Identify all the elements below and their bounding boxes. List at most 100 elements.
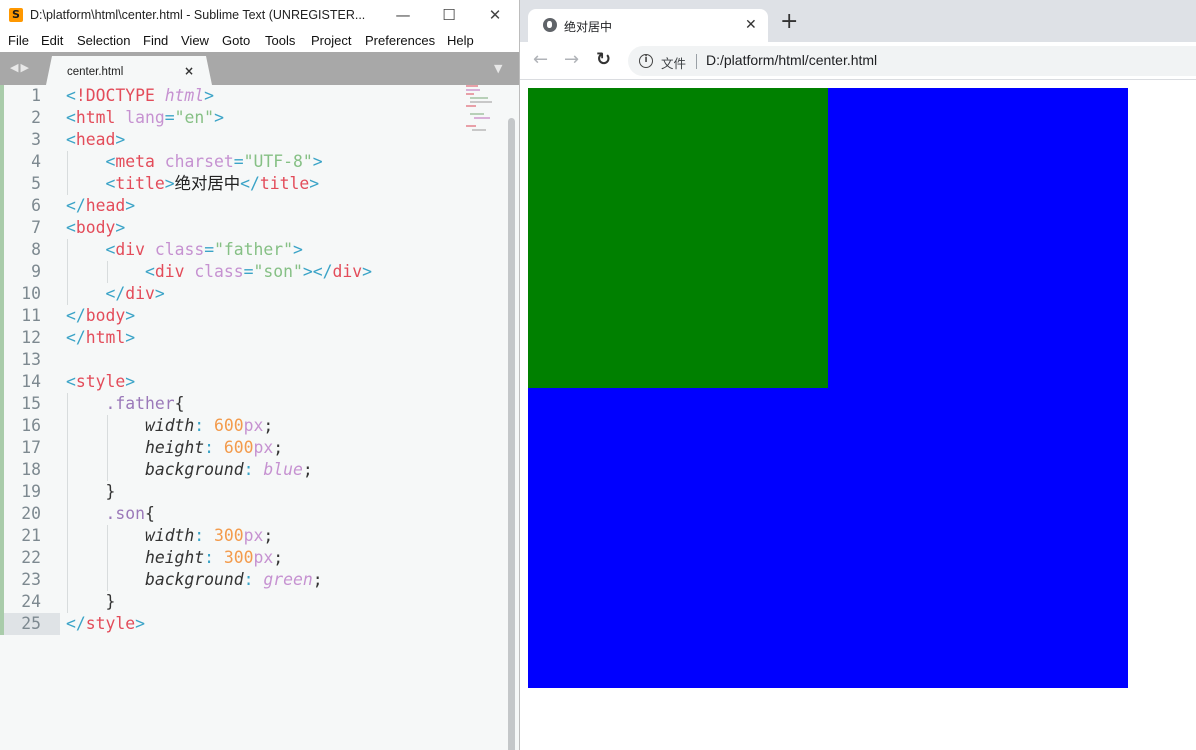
browser-tab[interactable]: 绝对居中 ✕ bbox=[528, 9, 768, 42]
menu-project[interactable]: Project bbox=[311, 33, 351, 48]
code-token: title bbox=[259, 174, 310, 193]
code-token: </ bbox=[66, 306, 86, 325]
forward-arrow-icon[interactable]: → bbox=[564, 50, 579, 70]
security-label: 文件 bbox=[661, 56, 687, 71]
menu-bar: File Edit Selection Find View Goto Tools… bbox=[0, 30, 519, 52]
indent-guide bbox=[67, 547, 68, 569]
code-token: html bbox=[164, 86, 205, 105]
tab-center-html[interactable]: center.html × bbox=[46, 56, 212, 85]
line-number: 23 bbox=[21, 570, 41, 589]
sublime-titlebar: S D:\platform\html\center.html - Sublime… bbox=[0, 0, 519, 30]
code-line: <meta charset="UTF-8"> bbox=[66, 151, 506, 173]
menu-edit[interactable]: Edit bbox=[41, 33, 63, 48]
address-bar[interactable]: i 文件 D:/platform/html/center.html bbox=[628, 46, 1196, 76]
back-arrow-icon[interactable]: ← bbox=[533, 50, 548, 70]
code-token: !DOCTYPE bbox=[75, 86, 165, 105]
code-token: } bbox=[66, 592, 116, 611]
window-title: D:\platform\html\center.html - Sublime T… bbox=[30, 8, 366, 22]
menu-help[interactable]: Help bbox=[447, 33, 474, 48]
browser-tab-close-icon[interactable]: ✕ bbox=[745, 16, 757, 34]
code-token: < bbox=[66, 218, 76, 237]
menu-preferences[interactable]: Preferences bbox=[365, 33, 435, 48]
code-line: </div> bbox=[66, 283, 506, 305]
line-number: 22 bbox=[21, 548, 41, 567]
line-number: 21 bbox=[21, 526, 41, 545]
code-token: px bbox=[243, 526, 264, 545]
close-window-button[interactable]: ✕ bbox=[484, 4, 506, 26]
tab-close-icon[interactable]: × bbox=[184, 64, 194, 78]
minimize-button[interactable]: — bbox=[392, 4, 414, 26]
info-icon[interactable]: i bbox=[639, 54, 653, 68]
code-token: > bbox=[125, 306, 136, 325]
code-token: < bbox=[105, 240, 116, 259]
code-line: background: blue; bbox=[66, 459, 506, 481]
code-line: .son{ bbox=[66, 503, 506, 525]
indent-guide bbox=[67, 151, 68, 173]
sublime-app-icon: S bbox=[9, 8, 23, 22]
code-token: "son" bbox=[253, 262, 303, 281]
line-number: 1 bbox=[31, 86, 41, 105]
code-token: > bbox=[362, 262, 372, 281]
code-token: > bbox=[164, 174, 175, 193]
indent-guide bbox=[67, 283, 68, 305]
code-token: </ bbox=[66, 328, 86, 347]
code-token: html bbox=[85, 328, 126, 347]
tab-bar: ◀▶ center.html × ▼ bbox=[0, 52, 519, 85]
code-token: < bbox=[66, 86, 76, 105]
new-tab-button[interactable]: + bbox=[780, 11, 798, 33]
code-token: height bbox=[144, 548, 205, 567]
line-number: 24 bbox=[21, 592, 41, 611]
code-token: 300 bbox=[214, 526, 244, 545]
tab-nav-arrows-icon[interactable]: ◀▶ bbox=[10, 61, 31, 75]
code-token: meta bbox=[115, 152, 165, 171]
menu-tools[interactable]: Tools bbox=[265, 33, 295, 48]
code-token: > bbox=[312, 152, 323, 171]
reload-icon[interactable]: ↻ bbox=[596, 50, 611, 70]
globe-icon bbox=[543, 18, 557, 32]
code-token: 600 bbox=[214, 416, 244, 435]
code-token: < bbox=[105, 152, 116, 171]
tab-label: center.html bbox=[67, 66, 124, 78]
code-editor[interactable]: 1 2 3 4 5 6 7 8 9 10 11 12 13 14 15 16 17 18 19 20 21 22 23 24 2… bbox=[0, 85, 519, 750]
indent-guide bbox=[67, 393, 68, 415]
indent-guide bbox=[106, 525, 108, 547]
minimap[interactable] bbox=[466, 85, 496, 135]
code-token: 绝对居中 bbox=[174, 174, 241, 193]
chrome-window: 绝对居中 ✕ + ← → ↻ i 文件 D:/platform/html/cen… bbox=[520, 0, 1196, 750]
line-number: 16 bbox=[21, 416, 41, 435]
code-line: width: 600px; bbox=[66, 415, 506, 437]
line-number: 15 bbox=[21, 394, 41, 413]
code-token: > bbox=[309, 174, 320, 193]
line-number: 3 bbox=[31, 130, 41, 149]
code-area[interactable]: <!DOCTYPE html> <html lang="en"> <head> <m… bbox=[66, 85, 506, 635]
line-number: 7 bbox=[31, 218, 41, 237]
tab-dropdown-icon[interactable]: ▼ bbox=[494, 62, 502, 76]
line-number: 25 bbox=[4, 613, 60, 635]
indent-guide bbox=[67, 173, 68, 195]
menu-goto[interactable]: Goto bbox=[222, 33, 250, 48]
url-text[interactable]: D:/platform/html/center.html bbox=[706, 52, 877, 68]
code-line: width: 300px; bbox=[66, 525, 506, 547]
menu-selection[interactable]: Selection bbox=[77, 33, 130, 48]
code-token: > bbox=[125, 196, 136, 215]
code-token: > bbox=[214, 108, 224, 127]
code-line: </style> bbox=[66, 613, 506, 635]
menu-file[interactable]: File bbox=[8, 33, 29, 48]
code-line: <title>绝对居中</title> bbox=[66, 173, 506, 195]
code-token: > bbox=[293, 240, 303, 259]
code-token: div bbox=[332, 262, 363, 281]
menu-find[interactable]: Find bbox=[143, 33, 168, 48]
code-line: <body> bbox=[66, 217, 506, 239]
menu-view[interactable]: View bbox=[181, 33, 209, 48]
code-token: { bbox=[144, 504, 155, 523]
indent-guide bbox=[67, 239, 68, 261]
line-number-gutter: 1 2 3 4 5 6 7 8 9 10 11 12 13 14 15 16 17 18 19 20 21 22 23 24 2… bbox=[4, 85, 60, 635]
indent-guide bbox=[67, 415, 68, 437]
indent-guide bbox=[106, 459, 108, 481]
maximize-button[interactable]: ☐ bbox=[438, 4, 460, 26]
editor-scrollbar[interactable] bbox=[508, 118, 515, 750]
